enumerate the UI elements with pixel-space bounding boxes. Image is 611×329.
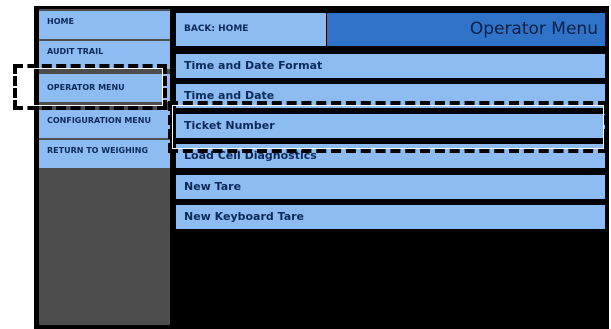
menu-item-label: Time and Date Format xyxy=(184,59,323,72)
sidebar-item-label: HOME xyxy=(47,17,74,26)
sidebar-item-audit-trail[interactable]: AUDIT TRAIL xyxy=(39,41,170,69)
page-title: Operator Menu xyxy=(469,19,598,39)
sidebar-item-label: OPERATOR MENU xyxy=(47,83,125,92)
sidebar-item-return-to-weighing[interactable]: RETURN TO WEIGHING xyxy=(39,140,170,168)
menu-item-label: New Tare xyxy=(184,180,242,193)
sidebar-item-label: AUDIT TRAIL xyxy=(47,47,104,56)
sidebar-item-configuration-menu[interactable]: CONFIGURATION MENU xyxy=(39,110,170,138)
menu-item-label: Time and Date xyxy=(184,89,275,102)
menu-item-label: Ticket Number xyxy=(184,119,275,132)
back-home-label: BACK: HOME xyxy=(184,24,249,34)
menu-item-new-tare[interactable]: New Tare xyxy=(176,175,605,199)
sidebar-item-operator-menu[interactable]: OPERATOR MENU xyxy=(39,74,170,102)
menu-item-time-and-date-format[interactable]: Time and Date Format xyxy=(176,54,605,78)
menu-item-label: New Keyboard Tare xyxy=(184,210,304,223)
back-home-button[interactable]: BACK: HOME xyxy=(176,13,326,46)
menu-item-time-and-date[interactable]: Time and Date xyxy=(176,84,605,108)
menu-item-new-keyboard-tare[interactable]: New Keyboard Tare xyxy=(176,205,605,229)
sidebar-item-label: RETURN TO WEIGHING xyxy=(47,146,149,155)
sidebar-item-label: CONFIGURATION MENU xyxy=(47,116,151,125)
menu-item-ticket-number[interactable]: Ticket Number xyxy=(176,114,605,138)
page-title-bar: Operator Menu xyxy=(327,13,605,46)
menu-item-label: Load Cell Diagnostics xyxy=(184,149,317,162)
sidebar-item-home[interactable]: HOME xyxy=(39,11,170,39)
menu-item-load-cell-diagnostics[interactable]: Load Cell Diagnostics xyxy=(176,144,605,168)
